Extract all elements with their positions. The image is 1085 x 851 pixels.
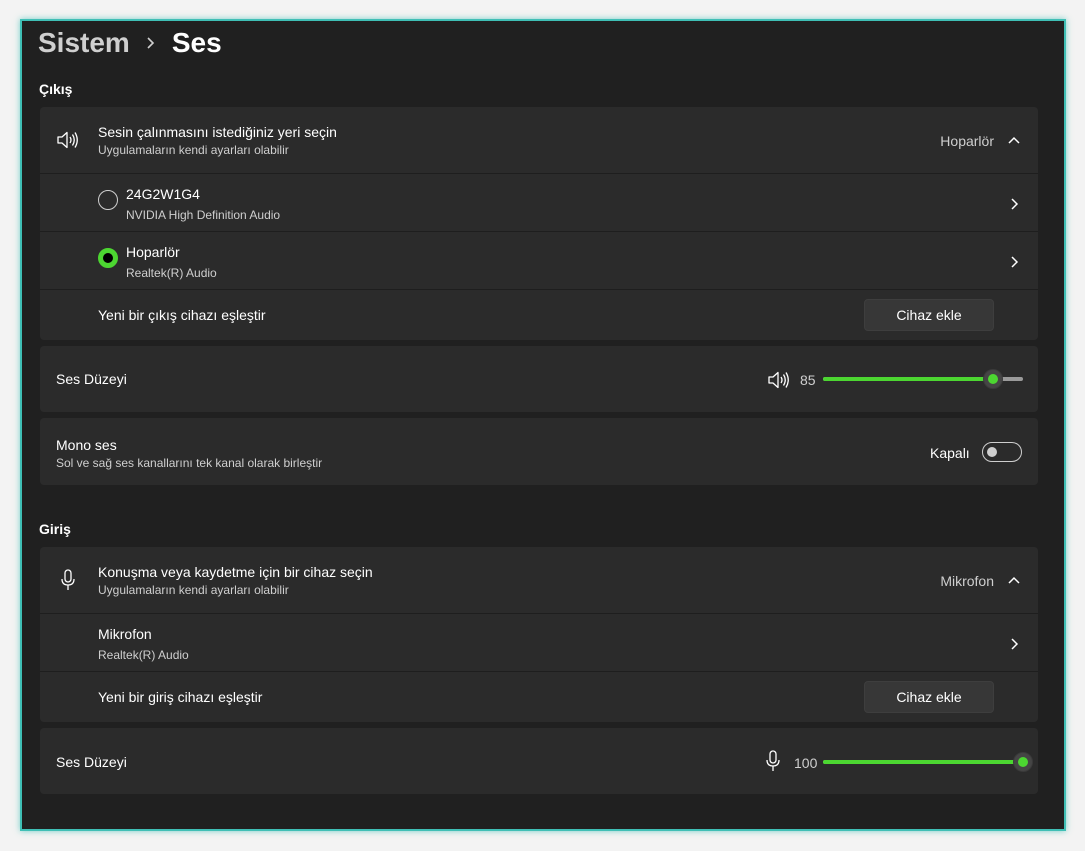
speaker-icon[interactable] — [767, 370, 791, 390]
mono-audio-card: Mono ses Sol ve sağ ses kanallarını tek … — [40, 418, 1038, 485]
output-chooser-header[interactable]: Sesin çalınmasını istediğiniz yeri seçin… — [40, 107, 1038, 173]
input-selected-value: Mikrofon — [940, 573, 994, 589]
input-chooser-header[interactable]: Konuşma veya kaydetme için bir cihaz seç… — [40, 547, 1038, 613]
input-volume-label: Ses Düzeyi — [56, 754, 127, 770]
output-device-card: Sesin çalınmasını istediğiniz yeri seçin… — [40, 107, 1038, 340]
output-volume-card: Ses Düzeyi 85 — [40, 346, 1038, 412]
chevron-right-icon[interactable] — [1008, 196, 1020, 212]
settings-window: Sistem Ses Çıkış Sesin çalınmasını isted… — [20, 19, 1066, 831]
device-radio-selected[interactable] — [98, 248, 118, 268]
toggle-knob — [987, 447, 997, 457]
output-device-name: 24G2W1G4 — [126, 186, 200, 202]
output-device-driver: Realtek(R) Audio — [126, 266, 217, 280]
output-device-driver: NVIDIA High Definition Audio — [126, 208, 281, 222]
output-chooser-title: Sesin çalınmasını istediğiniz yeri seçin — [98, 124, 337, 140]
chevron-up-icon[interactable] — [1006, 574, 1022, 586]
input-device-name: Mikrofon — [98, 626, 152, 642]
mono-audio-state: Kapalı — [930, 445, 970, 461]
mono-audio-toggle[interactable] — [982, 442, 1022, 462]
input-chooser-title: Konuşma veya kaydetme için bir cihaz seç… — [98, 564, 373, 580]
input-chooser-subtitle: Uygulamaların kendi ayarları olabilir — [98, 583, 289, 597]
input-volume-card: Ses Düzeyi 100 — [40, 728, 1038, 794]
input-device-driver: Realtek(R) Audio — [98, 648, 189, 662]
page-title: Ses — [171, 27, 222, 58]
breadcrumb-chevron-icon — [147, 37, 154, 49]
input-pair-label: Yeni bir giriş cihazı eşleştir — [98, 689, 263, 705]
input-pair-row: Yeni bir giriş cihazı eşleştir Cihaz ekl… — [40, 672, 1038, 722]
output-volume-slider-fill — [823, 377, 993, 381]
output-pair-label: Yeni bir çıkış cihazı eşleştir — [98, 307, 266, 323]
input-volume-value: 100 — [794, 755, 818, 771]
mono-audio-subtitle: Sol ve sağ ses kanallarını tek kanal ola… — [56, 456, 323, 470]
output-device-row[interactable]: Hoparlör Realtek(R) Audio — [40, 232, 1038, 289]
output-selected-value: Hoparlör — [940, 133, 994, 149]
input-volume-slider-thumb[interactable] — [1013, 752, 1033, 772]
breadcrumb: Sistem Ses — [38, 27, 222, 59]
add-output-device-button[interactable]: Cihaz ekle — [864, 299, 994, 331]
output-device-name: Hoparlör — [126, 244, 180, 260]
chevron-up-icon[interactable] — [1006, 134, 1022, 146]
chevron-right-icon[interactable] — [1008, 254, 1020, 270]
output-chooser-subtitle: Uygulamaların kendi ayarları olabilir — [98, 143, 289, 157]
speaker-icon — [57, 131, 78, 149]
output-pair-row: Yeni bir çıkış cihazı eşleştir Cihaz ekl… — [40, 290, 1038, 340]
mono-audio-title: Mono ses — [56, 437, 117, 453]
input-volume-slider[interactable] — [823, 760, 1023, 764]
input-section-title: Giriş — [39, 521, 71, 537]
output-section-title: Çıkış — [39, 81, 73, 97]
add-input-device-button[interactable]: Cihaz ekle — [864, 681, 994, 713]
device-radio-unselected[interactable] — [98, 190, 118, 210]
microphone-icon — [61, 569, 75, 590]
chevron-right-icon[interactable] — [1008, 636, 1020, 652]
input-volume-slider-fill — [823, 760, 1023, 764]
microphone-icon[interactable] — [765, 750, 781, 772]
input-device-card: Konuşma veya kaydetme için bir cihaz seç… — [40, 547, 1038, 722]
breadcrumb-parent[interactable]: Sistem — [38, 27, 130, 59]
input-device-row[interactable]: Mikrofon Realtek(R) Audio — [40, 614, 1038, 671]
output-volume-value: 85 — [800, 372, 816, 388]
output-volume-label: Ses Düzeyi — [56, 371, 127, 387]
output-volume-slider-thumb[interactable] — [983, 369, 1003, 389]
output-device-row[interactable]: 24G2W1G4 NVIDIA High Definition Audio — [40, 174, 1038, 231]
